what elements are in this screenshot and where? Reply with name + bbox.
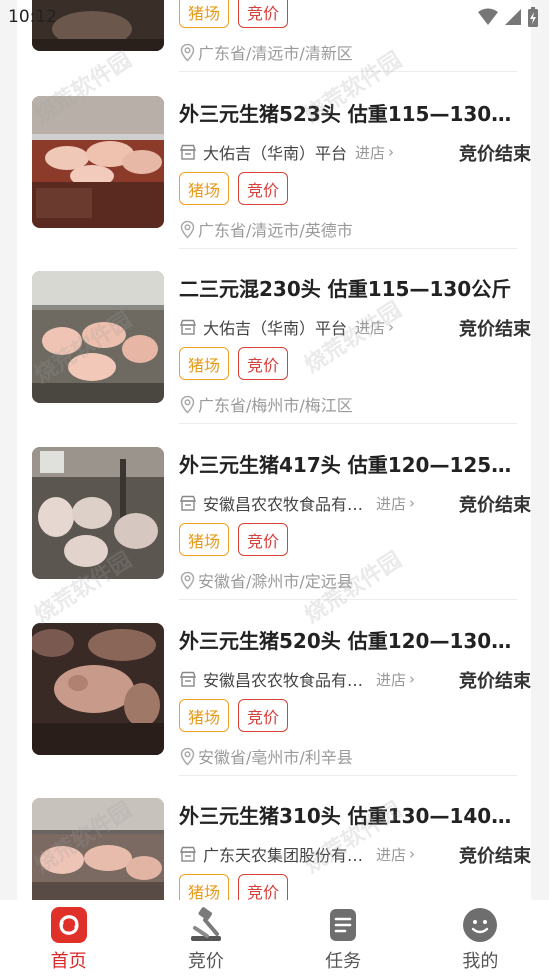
enter-shop-link[interactable]: 进店 › <box>355 317 394 338</box>
auction-list[interactable]: 猪场 竞价 广东省/清远市/清新区 外三元生猪523头 估重115—130公斤 <box>17 0 531 900</box>
divider <box>179 423 517 424</box>
listing-photo[interactable] <box>32 623 164 755</box>
listing-photo[interactable] <box>32 96 164 228</box>
tag-farm: 猪场 <box>179 347 230 380</box>
listing-tags: 猪场 竞价 <box>179 874 289 900</box>
listing-tags: 猪场 竞价 <box>179 523 289 556</box>
divider <box>179 71 517 72</box>
divider <box>179 775 517 776</box>
listing-photo[interactable] <box>32 271 164 403</box>
location-pin-icon <box>180 395 195 414</box>
location-pin-icon <box>180 571 195 590</box>
divider <box>179 248 517 249</box>
chevron-right-icon: › <box>409 494 416 512</box>
listing-card[interactable]: 外三元生猪520头 估重120—130公斤 安徽昌农农牧食品有限公司 进店› 竞… <box>17 623 531 799</box>
tag-bid: 竞价 <box>238 523 289 556</box>
listing-location: 广东省/清远市/英德市 <box>179 217 353 241</box>
listing-tags: 猪场 竞价 <box>179 172 289 205</box>
shop-name: 安徽昌农农牧食品有限公司 <box>203 671 368 690</box>
chevron-right-icon: › <box>388 318 395 336</box>
listing-location: 安徽省/亳州市/利辛县 <box>179 744 353 768</box>
tab-home[interactable]: 首页 <box>0 900 137 977</box>
location-text: 广东省/梅州市/梅江区 <box>198 396 353 415</box>
bid-status: 竞价结束 <box>459 495 531 516</box>
bottom-tab-bar: 首页 竞价 任务 我的 <box>0 900 549 977</box>
listing-location: 广东省/梅州市/梅江区 <box>179 392 353 416</box>
enter-shop-link[interactable]: 进店 › <box>376 669 415 690</box>
listing-title[interactable]: 二三元混230头 估重115—130公斤 <box>179 273 517 302</box>
tab-label: 任务 <box>325 951 362 972</box>
shop-icon <box>180 846 196 862</box>
tab-profile[interactable]: 我的 <box>412 900 549 977</box>
shop-icon <box>180 671 196 687</box>
tag-farm: 猪场 <box>179 523 230 556</box>
bid-status: 竞价结束 <box>459 144 531 165</box>
tag-bid: 竞价 <box>238 0 289 28</box>
location-pin-icon <box>180 220 195 239</box>
location-text: 安徽省/亳州市/利辛县 <box>198 748 353 767</box>
shop-name: 安徽昌农农牧食品有限公司 <box>203 495 368 514</box>
chevron-right-icon: › <box>388 143 395 161</box>
listing-card[interactable]: 外三元生猪310头 估重130—140公斤 广东天农集团股份有限公司 进店› 竞… <box>17 798 531 900</box>
tag-farm: 猪场 <box>179 874 230 900</box>
tag-bid: 竞价 <box>238 172 289 205</box>
tag-bid: 竞价 <box>238 347 289 380</box>
shop-name: 大佑吉（华南）平台 <box>203 144 348 163</box>
listing-title[interactable]: 外三元生猪523头 估重115—130公斤 <box>179 98 517 127</box>
home-logo-icon <box>50 907 87 943</box>
tag-bid: 竞价 <box>238 699 289 732</box>
listing-location: 广东省/清远市/清新区 <box>179 40 353 64</box>
location-text: 广东省/清远市/英德市 <box>198 221 353 240</box>
shop-name: 广东天农集团股份有限公司 <box>203 846 368 865</box>
listing-card[interactable]: 外三元生猪417头 估重120—125公斤 安徽昌农农牧食品有限公司 进店› 竞… <box>17 447 531 623</box>
tag-farm: 猪场 <box>179 0 230 28</box>
listing-card[interactable]: 外三元生猪523头 估重115—130公斤 大佑吉（华南）平台 进店 › 竞价结束… <box>17 96 531 272</box>
divider <box>179 599 517 600</box>
bid-status: 竞价结束 <box>459 671 531 692</box>
tab-tasks[interactable]: 任务 <box>275 900 412 977</box>
listing-title[interactable]: 外三元生猪520头 估重120—130公斤 <box>179 625 517 654</box>
gavel-icon <box>190 907 221 941</box>
bid-status: 竞价结束 <box>459 319 531 340</box>
shop-name: 大佑吉（华南）平台 <box>203 319 348 338</box>
listing-title[interactable]: 外三元生猪310头 估重130—140公斤 <box>179 800 517 829</box>
tab-label: 竞价 <box>187 951 224 972</box>
listing-tags: 猪场 竞价 <box>179 699 289 732</box>
tag-bid: 竞价 <box>238 874 289 900</box>
listing-photo[interactable] <box>32 0 164 51</box>
listing-photo[interactable] <box>32 798 164 900</box>
enter-shop-link[interactable]: 进店 › <box>376 493 415 514</box>
location-pin-icon <box>180 747 195 766</box>
bid-status: 竞价结束 <box>459 846 531 867</box>
listing-title[interactable]: 外三元生猪417头 估重120—125公斤 <box>179 449 517 478</box>
tab-label: 首页 <box>50 951 87 972</box>
listing-location: 安徽省/滁州市/定远县 <box>179 568 353 592</box>
task-list-icon <box>330 909 357 941</box>
listing-tags: 猪场 竞价 <box>179 347 289 380</box>
tab-bidding[interactable]: 竞价 <box>137 900 274 977</box>
listing-tags: 猪场 竞价 <box>179 0 289 28</box>
tab-label: 我的 <box>462 951 499 972</box>
location-text: 广东省/清远市/清新区 <box>198 44 353 63</box>
tag-farm: 猪场 <box>179 172 230 205</box>
listing-photo[interactable] <box>32 447 164 579</box>
shop-icon <box>180 144 196 160</box>
shop-icon <box>180 495 196 511</box>
tag-farm: 猪场 <box>179 699 230 732</box>
location-pin-icon <box>180 43 195 62</box>
listing-card[interactable]: 二三元混230头 估重115—130公斤 大佑吉（华南）平台 进店 › 竞价结束 … <box>17 271 531 447</box>
listing-card[interactable]: 猪场 竞价 广东省/清远市/清新区 <box>17 0 531 95</box>
chevron-right-icon: › <box>409 845 416 863</box>
profile-face-icon <box>463 908 498 942</box>
location-text: 安徽省/滁州市/定远县 <box>198 572 353 591</box>
enter-shop-link[interactable]: 进店 › <box>355 142 394 163</box>
enter-shop-link[interactable]: 进店 › <box>376 844 415 865</box>
chevron-right-icon: › <box>409 670 416 688</box>
shop-icon <box>180 319 196 335</box>
